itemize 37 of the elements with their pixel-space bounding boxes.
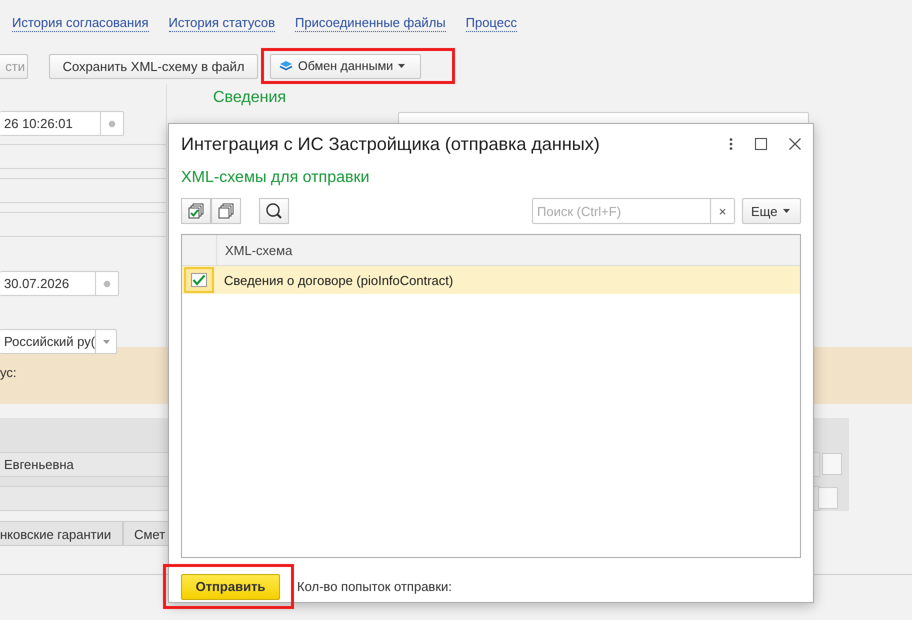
close-icon[interactable] (789, 138, 801, 150)
exchange-button[interactable]: Обмен данными (270, 54, 421, 78)
nav-link[interactable]: История согласования (12, 15, 149, 32)
tab[interactable]: нковские гарантии (0, 521, 124, 546)
column-header: XML-схема (224, 242, 292, 258)
more-icon[interactable] (729, 138, 733, 150)
copy-icon (217, 202, 235, 220)
layers-icon (279, 60, 293, 72)
dialog-title: Интеграция с ИС Застройщика (отправка данных) (181, 134, 601, 154)
caret-icon (783, 209, 790, 213)
maximize-icon[interactable] (755, 138, 767, 150)
check-all-button[interactable] (181, 198, 211, 224)
table-cell-text: Сведения о договоре (pioInfoContract) (223, 272, 454, 288)
checkbox[interactable] (184, 267, 214, 293)
search-field[interactable]: Поиск (Ctrl+F) × (532, 198, 735, 224)
currency-field[interactable]: Российский ру( (0, 329, 117, 354)
search-icon (265, 202, 283, 220)
section-title: XML-схемы для отправки (181, 169, 370, 188)
save-xml-button[interactable]: Сохранить XML-схему в файл (49, 54, 258, 78)
search-button[interactable] (259, 198, 289, 224)
send-button[interactable]: Отправить (181, 574, 280, 600)
checkmark-icon (191, 273, 207, 287)
date-field[interactable]: 30.07.2026 (0, 271, 119, 296)
nav-link[interactable]: История статусов (168, 15, 276, 32)
nav-link[interactable]: Процесс (466, 15, 517, 32)
section-title: Сведения (213, 89, 288, 108)
datetime-field[interactable]: 26 10:26:01 (0, 111, 124, 136)
uncheck-all-button[interactable] (211, 198, 241, 224)
nav-link[interactable]: Присоединенные файлы (295, 15, 446, 32)
caret-icon (398, 64, 406, 68)
status-label: ус: (0, 365, 16, 380)
caret-icon (102, 340, 110, 344)
check-all-icon (187, 202, 205, 220)
more-button[interactable]: Еще (742, 198, 801, 224)
attempts-label: Кол-во попыток отправки: (297, 579, 452, 594)
table-row[interactable]: Сведения о договоре (pioInfoContract) (182, 266, 800, 294)
clear-button[interactable]: × (710, 199, 734, 223)
